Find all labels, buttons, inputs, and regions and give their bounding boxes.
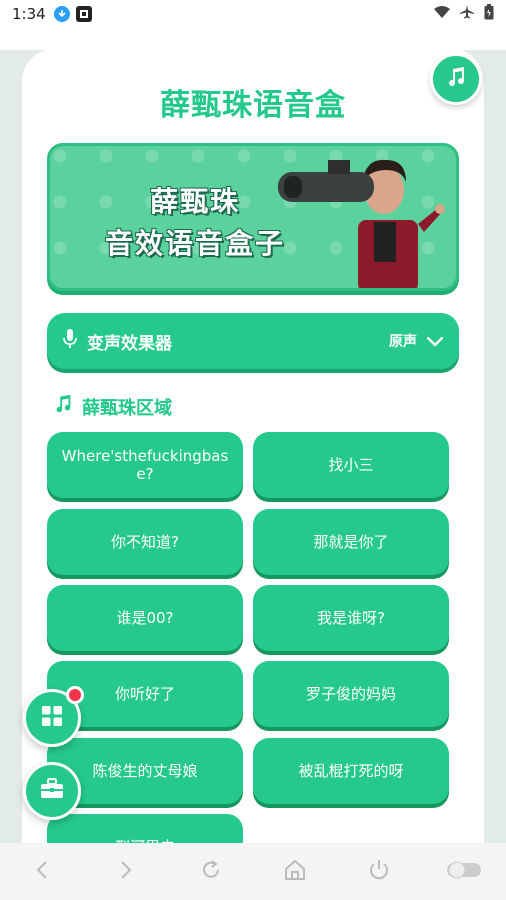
browser-nav-bar [0, 843, 506, 900]
download-icon [53, 6, 70, 22]
sound-button[interactable]: 那就是你了 [253, 509, 449, 575]
music-note-icon [52, 393, 74, 420]
toggle-switch[interactable] [444, 852, 484, 892]
grid-icon [41, 705, 63, 731]
voice-changer-label: 变声效果器 [87, 333, 172, 354]
voice-changer-value: 原声 [389, 334, 417, 350]
sound-button[interactable]: 找小三 [253, 432, 449, 498]
banner-image: 薛甄珠 音效语音盒子 [47, 143, 459, 291]
back-icon [36, 860, 48, 884]
page-title: 薛甄珠语音盒 [160, 88, 346, 123]
airplane-icon [460, 5, 474, 23]
notification-dot [66, 686, 84, 704]
forward-button[interactable] [106, 852, 146, 892]
microphone-icon [63, 329, 77, 353]
banner-title-line2: 音效语音盒子 [104, 227, 285, 260]
voice-changer-dropdown[interactable]: 变声效果器 原声 [47, 313, 459, 369]
forward-icon [120, 860, 132, 884]
battery-icon [484, 4, 494, 24]
sound-button[interactable]: 罗子俊的妈妈 [253, 661, 449, 727]
toolbox-icon [40, 778, 64, 804]
power-button[interactable] [359, 852, 399, 892]
wifi-icon [434, 5, 450, 23]
toolbox-button[interactable] [23, 762, 81, 820]
power-icon [368, 859, 390, 885]
refresh-icon [200, 859, 222, 885]
sound-button[interactable]: Where'sthefuckingbase? [47, 432, 243, 498]
back-button[interactable] [22, 852, 62, 892]
toggle-icon [446, 860, 482, 884]
chevron-down-icon [426, 332, 444, 351]
status-time: 1:34 [12, 5, 46, 23]
sound-button[interactable]: 被乱棍打死的呀 [253, 738, 449, 804]
top-background [0, 28, 506, 50]
home-button[interactable] [275, 852, 315, 892]
sound-button[interactable]: 谁是00? [47, 585, 243, 651]
sound-button[interactable]: 你不知道? [47, 509, 243, 575]
refresh-button[interactable] [191, 852, 231, 892]
banner-title-line1: 薛甄珠 [149, 185, 240, 218]
sound-button[interactable]: 我是谁呀? [253, 585, 449, 651]
music-note-icon [444, 65, 468, 93]
music-button[interactable] [430, 53, 482, 105]
section-header: 薛甄珠区域 [52, 393, 172, 420]
status-bar: 1:34 [0, 0, 506, 28]
app-icon [75, 6, 92, 22]
banner-figure-illustration [278, 159, 445, 288]
home-icon [284, 859, 306, 885]
section-title: 薛甄珠区域 [82, 397, 172, 419]
